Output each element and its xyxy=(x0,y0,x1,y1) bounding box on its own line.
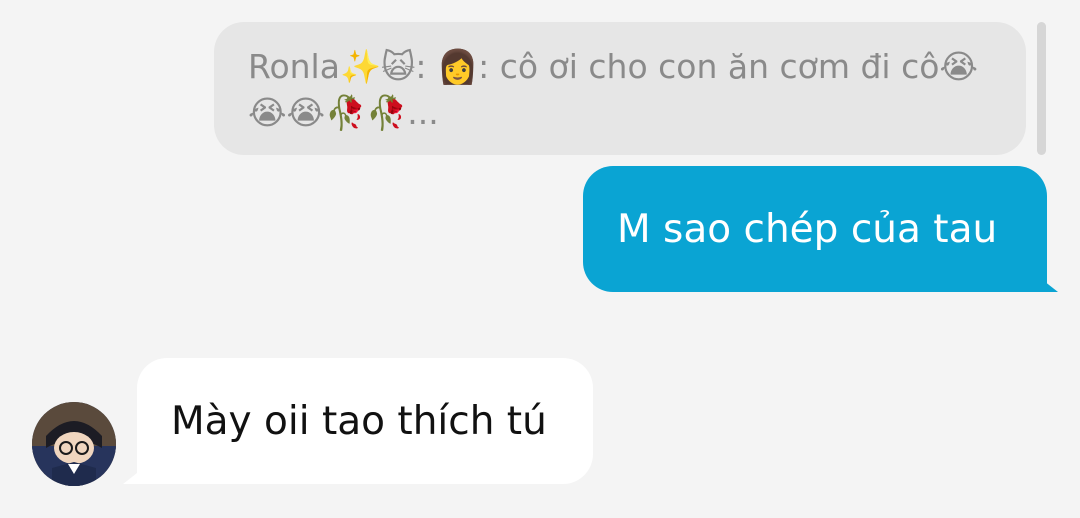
chat-thread: Ronla✨🙀: 👩: cô ơi cho con ăn cơm đi cô😭 … xyxy=(0,0,1080,518)
quoted-message-line-1: Ronla✨🙀: 👩: cô ơi cho con ăn cơm đi cô😭 xyxy=(248,47,978,86)
quoted-message-bubble[interactable]: Ronla✨🙀: 👩: cô ơi cho con ăn cơm đi cô😭 … xyxy=(214,22,1026,155)
outgoing-message-text: M sao chép của tau xyxy=(617,206,998,252)
quote-indicator-bar xyxy=(1037,22,1046,155)
outgoing-message-bubble[interactable]: M sao chép của tau xyxy=(583,166,1047,292)
avatar-icon[interactable] xyxy=(32,402,116,486)
quoted-message-line-2: 😭😭🥀🥀... xyxy=(248,93,439,132)
incoming-message-text: Mày oii tao thích tú xyxy=(171,398,547,444)
incoming-message-bubble[interactable]: Mày oii tao thích tú xyxy=(137,358,593,484)
